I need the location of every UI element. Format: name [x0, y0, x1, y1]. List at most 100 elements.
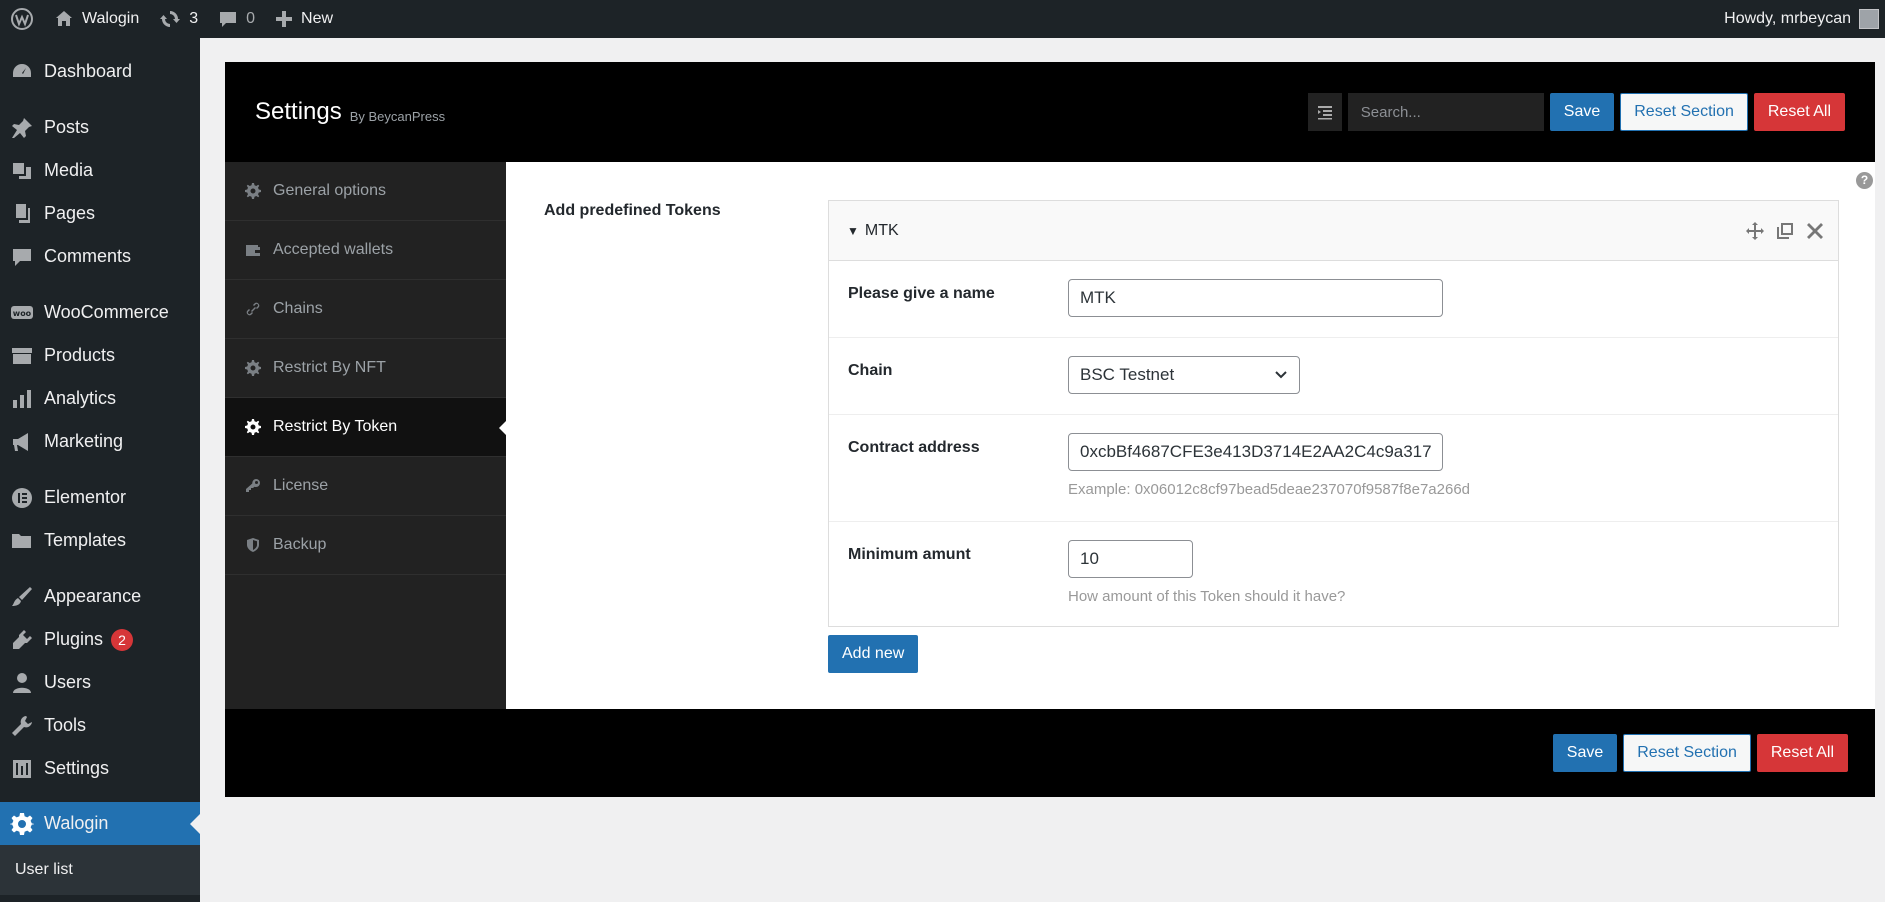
minimum-amount-input[interactable]	[1068, 540, 1193, 578]
sidebar-item-posts[interactable]: Posts	[0, 106, 200, 149]
repeater-item-header[interactable]: ▼ MTK	[829, 201, 1838, 261]
footer-save-button[interactable]: Save	[1552, 734, 1618, 772]
sidebar-item-users[interactable]: Users	[0, 661, 200, 704]
chart-bar-icon	[13, 389, 31, 408]
folder-icon	[12, 533, 31, 548]
sidebar-item-analytics[interactable]: Analytics	[0, 377, 200, 420]
sidebar-item-label: Comments	[44, 246, 132, 266]
settings-nav: General options Accepted wallets Chains …	[225, 162, 506, 709]
sidebar-item-label: Users	[44, 672, 92, 692]
key-icon	[246, 479, 260, 492]
add-new-token-button[interactable]: Add new	[828, 635, 919, 673]
nav-item-backup[interactable]: Backup	[225, 516, 506, 575]
pages-icon	[16, 203, 30, 223]
sidebar-item-appearance[interactable]: Appearance	[0, 575, 200, 618]
chain-select-value: BSC Testnet	[1080, 365, 1175, 384]
submenu-item-user-list[interactable]: User list	[0, 853, 200, 887]
nav-item-label: Backup	[273, 536, 327, 553]
sidebar-item-comments[interactable]: Comments	[0, 235, 200, 278]
archive-icon	[12, 347, 32, 364]
token-chain-label: Chain	[848, 362, 893, 379]
reset-section-button[interactable]: Reset Section	[1620, 93, 1748, 131]
updates-link[interactable]: 3	[149, 0, 208, 38]
sidebar-item-walogin[interactable]: Walogin	[0, 802, 200, 845]
my-account-link[interactable]: Howdy, mrbeycan	[1724, 9, 1885, 29]
minimum-amount-description: How amount of this Token should it have?	[1068, 588, 1346, 605]
sidebar-item-elementor[interactable]: Elementor	[0, 476, 200, 519]
sidebar-item-dashboard[interactable]: Dashboard	[0, 50, 200, 93]
gear-icon	[10, 812, 34, 835]
reset-all-button[interactable]: Reset All	[1753, 93, 1845, 131]
nav-item-restrict-by-nft[interactable]: Restrict By NFT	[225, 339, 506, 398]
token-contract-row: Contract address Example: 0x06012c8cf97b…	[829, 415, 1838, 522]
token-name-input[interactable]	[1068, 279, 1443, 317]
expand-all-button[interactable]	[1307, 93, 1342, 131]
brush-icon	[12, 586, 32, 606]
sidebar-item-products[interactable]: Products	[0, 334, 200, 377]
settings-header: Settings By BeycanPress Save Reset Secti…	[225, 62, 1875, 162]
wrench-icon	[12, 715, 32, 736]
elementor-icon	[12, 487, 32, 508]
settings-content: ? Add predefined Tokens ▼ MTK Please giv…	[506, 162, 1875, 709]
dashboard-icon	[13, 63, 31, 77]
sidebar-item-tools[interactable]: Tools	[0, 704, 200, 747]
footer-reset-section-button[interactable]: Reset Section	[1623, 734, 1751, 772]
move-icon[interactable]	[1746, 221, 1764, 240]
new-content-link[interactable]: New	[265, 0, 343, 38]
pin-icon	[12, 117, 32, 138]
gear-icon	[245, 419, 261, 435]
sidebar-item-settings[interactable]: Settings	[0, 747, 200, 790]
wordpress-logo-button[interactable]	[0, 0, 44, 38]
nav-item-license[interactable]: License	[225, 457, 506, 516]
comment-icon	[220, 12, 237, 27]
chain-select[interactable]: BSC Testnet	[1068, 356, 1300, 394]
token-chain-row: Chain BSC Testnet	[829, 338, 1838, 415]
page-byline: By BeycanPress	[349, 108, 446, 124]
token-name-row: Please give a name	[829, 261, 1838, 338]
wordpress-icon	[11, 8, 33, 30]
new-label: New	[301, 10, 334, 27]
close-icon[interactable]	[1806, 222, 1824, 240]
nav-item-label: General options	[273, 182, 386, 199]
sidebar-item-templates[interactable]: Templates	[0, 519, 200, 562]
sidebar-item-plugins[interactable]: Plugins 2	[0, 618, 200, 661]
sidebar-item-pages[interactable]: Pages	[0, 192, 200, 235]
sidebar-item-label: Elementor	[44, 487, 127, 507]
nav-item-restrict-by-token[interactable]: Restrict By Token	[225, 398, 506, 457]
woo-icon: woo	[11, 305, 33, 319]
nav-item-chains[interactable]: Chains	[225, 280, 506, 339]
user-icon	[13, 672, 31, 693]
sidebar-item-woocommerce[interactable]: woo WooCommerce	[0, 291, 200, 334]
clone-icon[interactable]	[1776, 222, 1794, 240]
contract-address-input[interactable]	[1068, 433, 1443, 471]
plugins-update-badge: 2	[111, 628, 134, 651]
nav-item-accepted-wallets[interactable]: Accepted wallets	[225, 221, 506, 280]
sidebar-item-label: Posts	[44, 117, 90, 137]
settings-search-input[interactable]	[1347, 93, 1544, 131]
media-icon	[13, 162, 31, 179]
token-contract-label: Contract address	[848, 439, 980, 456]
plus-icon	[276, 11, 293, 27]
settings-sliders-icon	[13, 759, 31, 778]
footer-reset-all-button[interactable]: Reset All	[1756, 734, 1848, 772]
sidebar-item-label: Products	[44, 345, 116, 365]
admin-bar: Walogin 3 0 New Howdy, mrbeycan	[0, 0, 1885, 38]
save-button[interactable]: Save	[1549, 93, 1615, 131]
sidebar-item-label: Templates	[44, 530, 127, 550]
comments-link[interactable]: 0	[208, 0, 265, 38]
walogin-submenu: User list	[0, 845, 200, 895]
sidebar-item-media[interactable]: Media	[0, 149, 200, 192]
chevron-down-icon[interactable]: ▼	[847, 224, 859, 238]
nav-item-label: Restrict By Token	[273, 418, 398, 435]
nav-item-general-options[interactable]: General options	[225, 162, 506, 221]
contract-address-example: Example: 0x06012c8cf97bead5deae237070f95…	[1068, 481, 1471, 498]
sidebar-item-marketing[interactable]: Marketing	[0, 420, 200, 463]
site-name-link[interactable]: Walogin	[44, 0, 149, 38]
sidebar-item-label: Dashboard	[44, 61, 133, 81]
nav-item-label: Chains	[273, 300, 323, 317]
sidebar-item-label: Media	[44, 160, 94, 180]
settings-panel: Settings By BeycanPress Save Reset Secti…	[225, 62, 1875, 797]
sidebar-item-label: Analytics	[44, 388, 117, 408]
link-icon	[246, 302, 260, 316]
help-icon[interactable]: ?	[1856, 172, 1873, 189]
